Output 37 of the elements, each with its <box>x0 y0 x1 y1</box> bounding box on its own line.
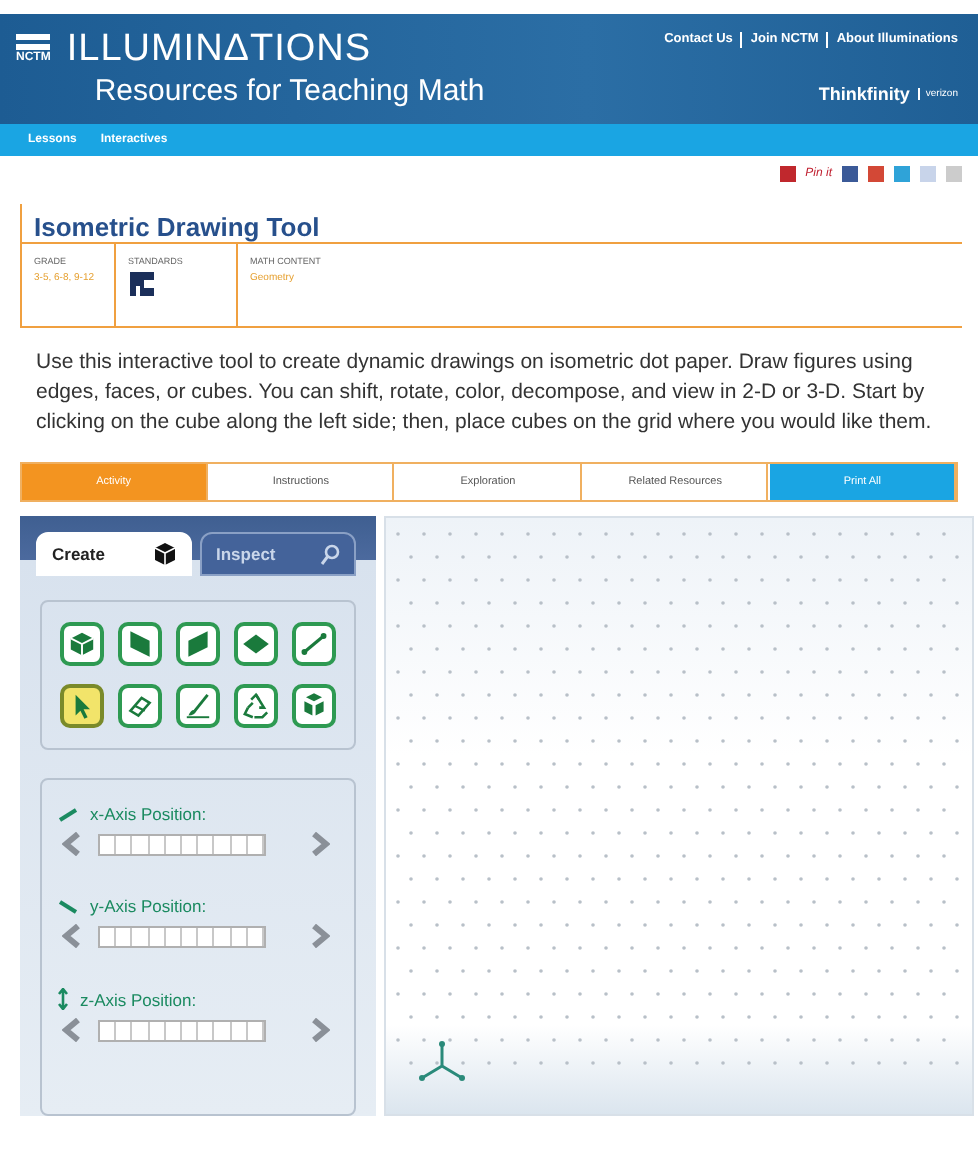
cube-icon <box>154 542 176 566</box>
face-right-tool-button[interactable] <box>175 622 220 666</box>
recycle-tool-button[interactable] <box>233 684 278 728</box>
axes-icon <box>414 1038 470 1086</box>
left-chevron-button[interactable] <box>62 924 82 948</box>
recycle-icon <box>239 690 272 722</box>
brush-tool-button[interactable] <box>175 684 220 728</box>
sponsor-logo[interactable]: Thinkfinity <box>818 84 910 104</box>
axis-label: y-Axis Position: <box>90 896 207 916</box>
site-logo[interactable]: ILLUMINΔTIONS <box>66 30 485 70</box>
eraser-tool-button[interactable] <box>118 684 163 728</box>
pointer-tool-button[interactable] <box>60 684 105 728</box>
description: Use this interactive tool to create dynamic drawings on isometric dot paper. Draw figures using edges, faces, or cubes. You can shift, rotate, color, decompose, and view in 2-D or 3-D. Start by clicking on the cube along the left side; then, place cubes on the grid where you would like them. <box>36 348 934 438</box>
site-subtitle: Resources for Teaching Math <box>94 74 485 108</box>
isometric-dot-grid[interactable] <box>384 516 974 1116</box>
cube-icon <box>66 628 99 660</box>
left-chevron-button[interactable] <box>62 1018 82 1042</box>
vertical-arrow-icon <box>58 988 68 1010</box>
brush-icon <box>181 690 214 722</box>
decompose-tool-button[interactable] <box>291 684 336 728</box>
eraser-icon <box>124 690 157 722</box>
right-chevron-button[interactable] <box>310 832 330 856</box>
page-title: Isometric Drawing Tool <box>22 204 962 244</box>
axis-label: x-Axis Position: <box>90 804 207 824</box>
face-top-tool-button[interactable] <box>233 622 278 666</box>
search-icon <box>320 543 340 565</box>
line-segment-icon <box>297 628 330 660</box>
panel-tab[interactable]: Inspect <box>200 532 356 576</box>
left-chevron-button[interactable] <box>62 832 82 856</box>
right-chevron-button[interactable] <box>310 1018 330 1042</box>
standards-logo-icon[interactable] <box>128 270 156 298</box>
axis-label: z-Axis Position: <box>80 989 197 1009</box>
right-chevron-button[interactable] <box>310 924 330 948</box>
cube-tool-button[interactable] <box>60 622 105 666</box>
edge-tool-button[interactable] <box>291 622 336 666</box>
face-left-tool-button[interactable] <box>118 622 163 666</box>
panel-tab[interactable]: Create <box>36 532 192 576</box>
